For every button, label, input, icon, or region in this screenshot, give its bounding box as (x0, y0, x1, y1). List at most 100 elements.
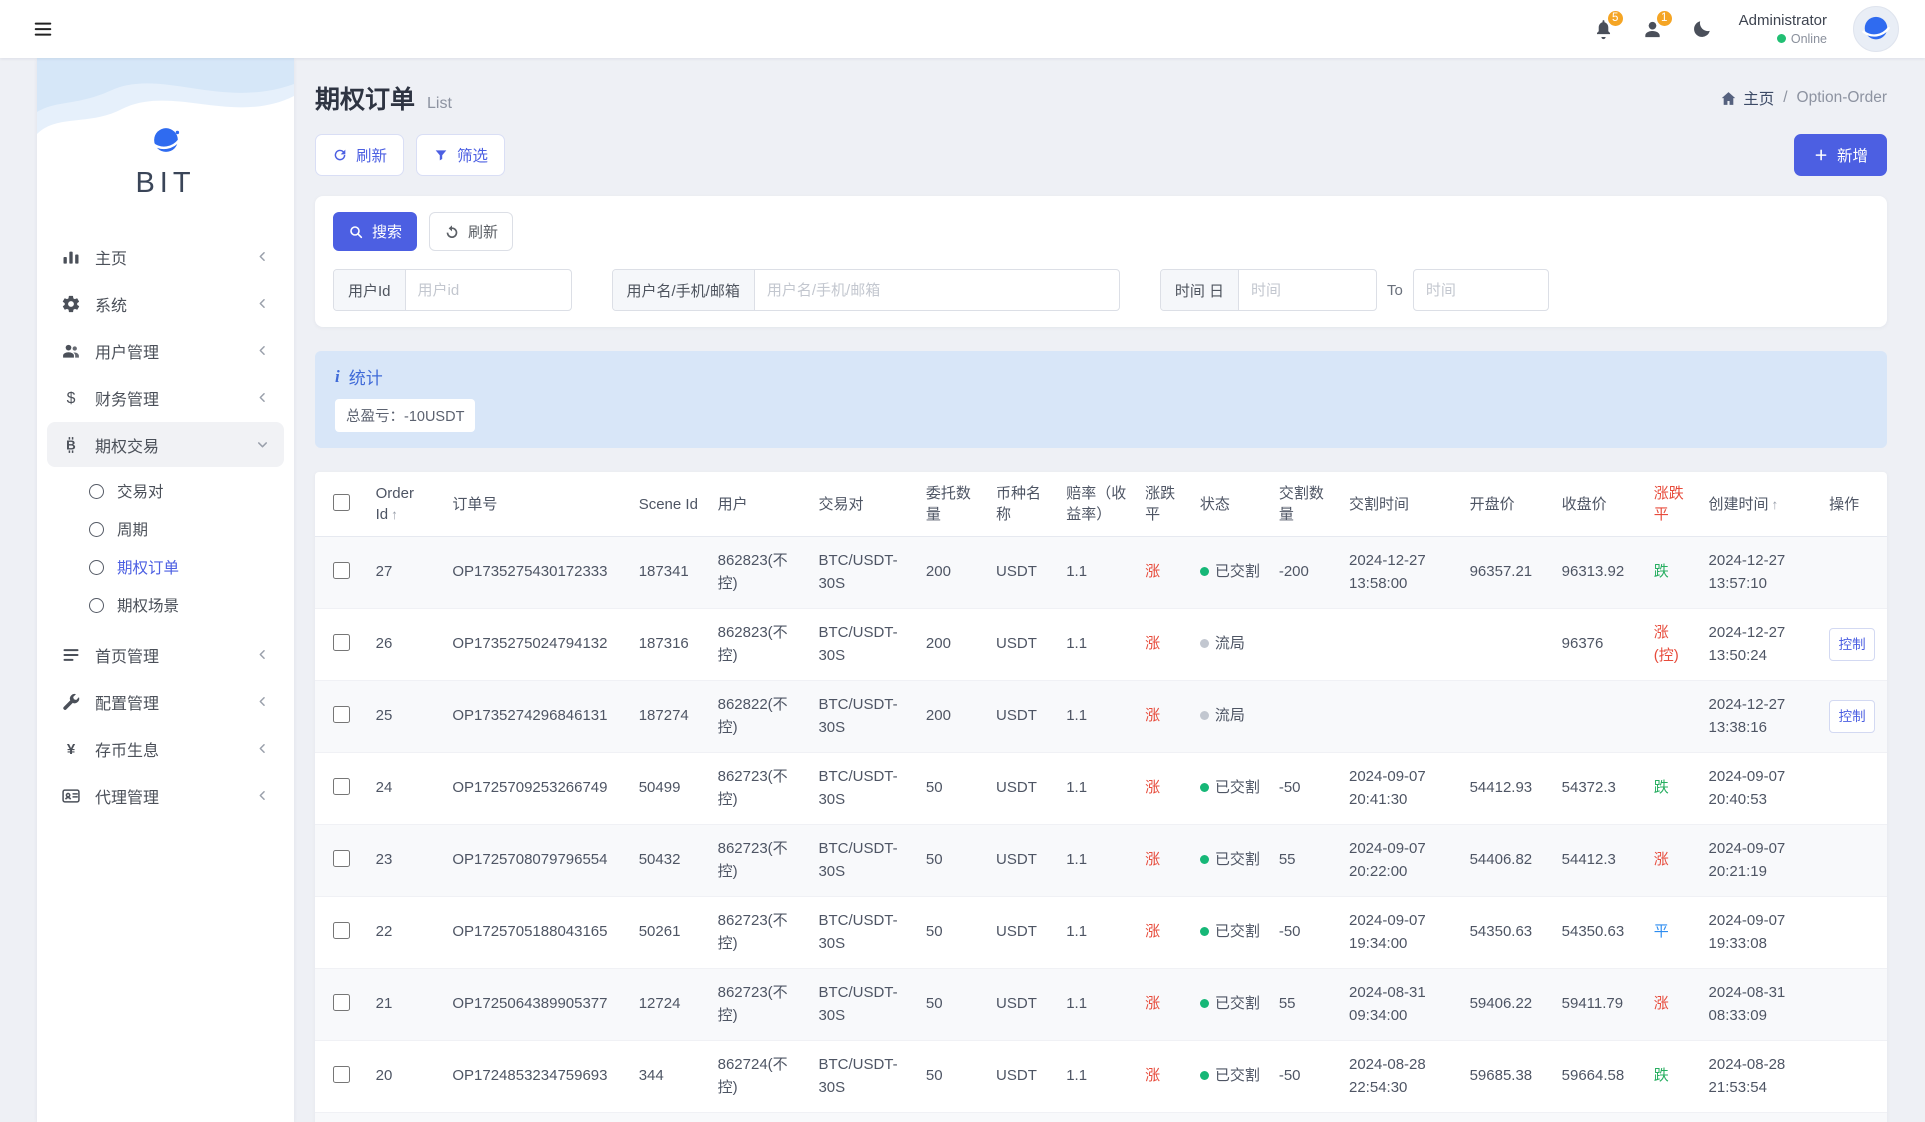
user-id-input[interactable] (406, 270, 571, 310)
gear-icon (61, 294, 81, 314)
cell-direction: 涨 (1137, 609, 1192, 681)
sidebar-item[interactable]: 首页管理 (47, 632, 284, 677)
table-row: 19OP1724852960657489327862724(不控)BTC/USD… (315, 1113, 1887, 1122)
row-checkbox[interactable] (333, 850, 350, 867)
sidebar-item-label: 配置管理 (95, 690, 241, 714)
row-checkbox[interactable] (333, 778, 350, 795)
control-button[interactable]: 控制 (1829, 700, 1875, 734)
cell-scene_id: 187274 (631, 681, 710, 753)
row-checkbox[interactable] (333, 706, 350, 723)
add-button[interactable]: 新增 (1794, 134, 1887, 176)
breadcrumb-current: Option-Order (1797, 89, 1887, 107)
sidebar-item[interactable]: 系统 (47, 281, 284, 326)
sidebar-item[interactable]: 主页 (47, 234, 284, 279)
chevron-icon (255, 694, 270, 709)
cell-created: 2024-09-07 20:21:19 (1701, 825, 1822, 897)
info-icon: i (335, 367, 340, 387)
table-row: 26OP1735275024794132187316862823(不控)BTC/… (315, 609, 1887, 681)
time-to-input[interactable] (1413, 269, 1549, 311)
cell-checkbox (315, 969, 368, 1041)
avatar[interactable] (1853, 6, 1899, 52)
search-icon (348, 224, 364, 240)
cell-open_price: 59685.38 (1462, 1041, 1554, 1113)
logo[interactable]: BIT (37, 58, 294, 208)
sidebar-subitem[interactable]: 周期 (47, 510, 284, 548)
cell-settle_amount: 55 (1271, 825, 1341, 897)
table-row: 22OP172570518804316550261862723(不控)BTC/U… (315, 897, 1887, 969)
chevron-icon (255, 437, 270, 452)
table-row: 20OP1724853234759693344862724(不控)BTC/USD… (315, 1041, 1887, 1113)
cell-order_no: OP1735274296846131 (444, 681, 630, 753)
sidebar-subitem[interactable]: 交易对 (47, 472, 284, 510)
cell-action (1821, 897, 1887, 969)
table-row: 23OP172570807979655450432862723(不控)BTC/U… (315, 825, 1887, 897)
cell-direction: 涨 (1137, 969, 1192, 1041)
cell-user: 862724(不控) (710, 1113, 811, 1122)
cell-user: 862822(不控) (710, 681, 811, 753)
cell-odds: 1.1 (1058, 825, 1137, 897)
row-checkbox[interactable] (333, 562, 350, 579)
sidebar-item[interactable]: B期权交易 (47, 422, 284, 467)
username-input[interactable] (755, 270, 1119, 310)
chevron-icon (255, 647, 270, 662)
sidebar-subitem[interactable]: 期权场景 (47, 586, 284, 624)
status-badge: 已交割 (1200, 849, 1263, 872)
cell-coin: USDT (988, 897, 1058, 969)
chart-icon (61, 247, 81, 267)
status-dot-icon (1200, 855, 1209, 864)
row-checkbox[interactable] (333, 994, 350, 1011)
cell-settle_amount: -50 (1271, 753, 1341, 825)
sidebar-item[interactable]: $财务管理 (47, 375, 284, 420)
sidebar-item[interactable]: ¥存币生息 (47, 726, 284, 771)
cell-settle_amount: -200 (1271, 537, 1341, 609)
sidebar-item-label: 主页 (95, 245, 241, 269)
user-alerts-button[interactable]: 1 (1641, 18, 1664, 41)
cell-status: 已交割 (1192, 753, 1271, 825)
filter-button[interactable]: 筛选 (416, 134, 505, 176)
row-checkbox[interactable] (333, 1066, 350, 1083)
cell-scene_id: 50432 (631, 825, 710, 897)
column-header-order_id[interactable]: Order Id↑ (368, 472, 445, 537)
dark-mode-toggle[interactable] (1690, 18, 1713, 41)
cell-direction: 涨 (1137, 753, 1192, 825)
column-header-created[interactable]: 创建时间↑ (1701, 472, 1822, 537)
cell-result: 涨(控) (1646, 609, 1701, 681)
cell-pair: BTC/USDT-30S (810, 1041, 917, 1113)
notification-count-badge: 5 (1606, 9, 1625, 28)
filter-username: 用户名/手机/邮箱 (612, 269, 1120, 311)
cell-odds: 1.1 (1058, 1041, 1137, 1113)
row-checkbox[interactable] (333, 634, 350, 651)
sidebar-item[interactable]: 用户管理 (47, 328, 284, 373)
row-checkbox[interactable] (333, 922, 350, 939)
time-from-input[interactable] (1239, 270, 1376, 310)
reset-button[interactable]: 刷新 (429, 212, 513, 251)
online-status-dot (1777, 34, 1786, 43)
search-button[interactable]: 搜索 (333, 212, 417, 251)
cell-created: 2024-12-27 13:50:24 (1701, 609, 1822, 681)
sidebar-item[interactable]: 代理管理 (47, 773, 284, 818)
cell-checkbox (315, 537, 368, 609)
sidebar-item[interactable]: 配置管理 (47, 679, 284, 724)
status-badge: 已交割 (1200, 561, 1263, 584)
cell-direction: 涨 (1137, 681, 1192, 753)
notifications-bell-button[interactable]: 5 (1592, 18, 1615, 41)
refresh-button[interactable]: 刷新 (315, 134, 404, 176)
control-button[interactable]: 控制 (1829, 628, 1875, 662)
breadcrumb-home-link[interactable]: 主页 (1720, 87, 1774, 109)
status-badge: 已交割 (1200, 921, 1263, 944)
cell-settle_time: 2024-08-28 22:50:00 (1341, 1113, 1462, 1122)
user-alert-count-badge: 1 (1655, 9, 1674, 28)
select-all-checkbox[interactable] (333, 494, 350, 511)
cell-scene_id: 187316 (631, 609, 710, 681)
column-header-order_no: 订单号 (444, 472, 630, 537)
svg-text:¥: ¥ (67, 741, 76, 758)
yen-icon: ¥ (61, 739, 81, 759)
cell-scene_id: 327 (631, 1113, 710, 1122)
column-header-close_price: 收盘价 (1554, 472, 1646, 537)
cell-coin: USDT (988, 1113, 1058, 1122)
cell-action (1821, 753, 1887, 825)
cell-coin: USDT (988, 753, 1058, 825)
menu-toggle-button[interactable] (26, 12, 60, 46)
column-header-scene_id: Scene Id (631, 472, 710, 537)
sidebar-subitem[interactable]: 期权订单 (47, 548, 284, 586)
